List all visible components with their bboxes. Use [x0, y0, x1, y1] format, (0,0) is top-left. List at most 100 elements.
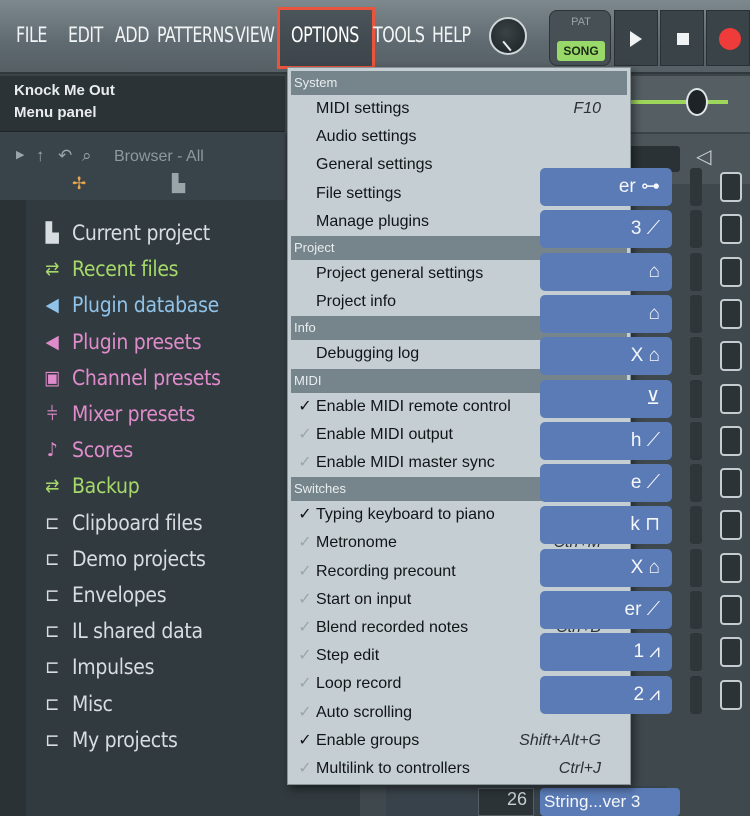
channel-button-strings[interactable]: String...ver 3 — [540, 788, 680, 816]
channel-mixer-track[interactable] — [690, 294, 702, 333]
check-icon: ✓ — [298, 397, 312, 415]
browser-item-impulses[interactable]: ⊏ Impulses — [40, 650, 154, 684]
file-icon[interactable]: ▙ — [172, 174, 185, 194]
channel-select-box[interactable] — [720, 214, 742, 245]
browser-item-channel-presets[interactable]: ▣ Channel presets — [40, 361, 221, 395]
channel-select-box[interactable] — [720, 341, 742, 372]
channel-button[interactable]: ⊻ — [540, 379, 672, 418]
menu-item-shortcut: F10 — [573, 100, 601, 117]
menu-options[interactable]: OPTIONS — [291, 23, 359, 47]
back-icon[interactable]: ↶ — [58, 146, 72, 166]
collapse-arrow-icon[interactable]: ▶ — [16, 148, 24, 161]
channel-mixer-track[interactable] — [690, 252, 702, 291]
browser-item-scores[interactable]: ♪ Scores — [40, 433, 134, 467]
waveform-icon[interactable]: ✢ — [72, 174, 86, 194]
play-button[interactable] — [614, 10, 658, 66]
menu-tools[interactable]: TOOLS — [373, 23, 425, 47]
channel-button[interactable]: X ⌂ — [540, 548, 672, 587]
channel-select-box[interactable] — [720, 172, 742, 202]
menu-edit[interactable]: EDIT — [68, 23, 103, 47]
channel-button[interactable]: er ⊶ — [540, 168, 672, 206]
speaker-icon[interactable]: ◁ — [696, 144, 711, 169]
menu-view[interactable]: VIEW — [235, 23, 275, 47]
browser-item-clipboard-files[interactable]: ⊏ Clipboard files — [40, 506, 203, 540]
channel-button[interactable]: k ⊓ — [540, 506, 672, 545]
channel-button[interactable]: e ⟋ — [540, 464, 672, 503]
browser-item-plugin-presets[interactable]: ◀ Plugin presets — [40, 325, 202, 359]
menu-add[interactable]: ADD — [115, 23, 149, 47]
master-volume-knob[interactable] — [489, 17, 527, 55]
browser-item-demo-projects[interactable]: ⊏ Demo projects — [40, 542, 206, 576]
browser-item-label: Recent files — [72, 257, 179, 282]
channel-mixer-track[interactable] — [690, 337, 702, 376]
browser-item-mixer-presets[interactable]: ⫩ Mixer presets — [40, 397, 196, 431]
master-slider-track[interactable] — [628, 100, 728, 104]
browser-item-my-projects[interactable]: ⊏ My projects — [40, 723, 178, 757]
folder-icon: ⊏ — [44, 511, 60, 534]
channel-select-box[interactable] — [720, 552, 742, 583]
menu-item-label: File settings — [316, 184, 402, 202]
menu-item-label: Blend recorded notes — [316, 619, 469, 636]
menu-patterns[interactable]: PATTERNS — [157, 23, 234, 47]
channel-select-box[interactable] — [720, 595, 742, 625]
unchecked-icon: ✓ — [298, 619, 312, 636]
menu-item-audio-settings[interactable]: Audio settings — [291, 123, 627, 151]
folder-icon: ⊏ — [44, 547, 60, 570]
browser-item-il-shared-data[interactable]: ⊏ IL shared data — [40, 614, 203, 648]
channel-mixer-track[interactable] — [690, 591, 702, 629]
channel-select-box[interactable] — [720, 679, 742, 710]
browser-header: ▶ ↑ ↶ ⌕ Browser - All ✢ ▙ — [0, 134, 285, 200]
browser-item-recent-files[interactable]: ⇄ Recent files — [40, 252, 179, 286]
browser-item-plugin-database[interactable]: ◀ Plugin database — [40, 288, 220, 322]
menu-item-midi-settings[interactable]: MIDI settings F10 — [291, 95, 627, 123]
master-slider-handle[interactable] — [686, 88, 708, 116]
channel-button[interactable]: 2 ⩘ — [540, 675, 672, 714]
channel-button[interactable]: er ⟋ — [540, 591, 672, 629]
search-icon[interactable]: ⌕ — [82, 146, 92, 166]
channel-button[interactable]: ⌂ — [540, 294, 672, 333]
menu-help[interactable]: HELP — [432, 23, 471, 47]
pat-song-toggle[interactable]: PAT SONG — [549, 10, 611, 66]
channel-button[interactable]: 3 ⟋ — [540, 210, 672, 249]
channel-number-field[interactable]: 26 — [478, 788, 534, 816]
menu-item-shortcut: Ctrl+J — [558, 760, 601, 777]
channel-mixer-track[interactable] — [690, 506, 702, 545]
channel-button[interactable]: h ⟋ — [540, 421, 672, 460]
menu-item-multilink-to-controllers[interactable]: ✓ Multilink to controllers Ctrl+J — [291, 755, 627, 783]
browser-item-current-project[interactable]: ▙ Current project — [40, 216, 211, 250]
channel-preset-icon: ▣ — [44, 366, 60, 389]
channel-select-box[interactable] — [720, 637, 742, 668]
channel-select-box[interactable] — [720, 383, 742, 414]
unchecked-icon: ✓ — [298, 562, 312, 580]
channel-mixer-track[interactable] — [690, 633, 702, 672]
channel-mixer-track[interactable] — [690, 675, 702, 714]
channel-select-box[interactable] — [720, 468, 742, 499]
browser-item-misc[interactable]: ⊏ Misc — [40, 687, 113, 721]
record-button[interactable] — [706, 10, 750, 66]
unchecked-icon: ✓ — [298, 760, 312, 777]
browser-title[interactable]: Browser - All — [114, 148, 204, 166]
browser-item-backup[interactable]: ⇄ Backup — [40, 469, 140, 503]
channel-button[interactable]: ⌂ — [540, 252, 672, 291]
browser-item-label: Current project — [72, 221, 210, 245]
channel-mixer-track[interactable] — [690, 548, 702, 587]
channel-mixer-track[interactable] — [690, 421, 702, 460]
channel-select-box[interactable] — [720, 425, 742, 456]
browser-item-envelopes[interactable]: ⊏ Envelopes — [40, 578, 167, 612]
channel-select-box[interactable] — [720, 256, 742, 287]
channel-mixer-track[interactable] — [690, 379, 702, 418]
channel-button[interactable]: X ⌂ — [540, 337, 672, 376]
menu-item-enable-groups[interactable]: ✓ Enable groups Shift+Alt+G — [291, 727, 627, 755]
channel-mixer-track[interactable] — [690, 168, 702, 206]
check-icon: ✓ — [298, 506, 312, 524]
channel-mixer-track[interactable] — [690, 210, 702, 249]
channel-select-box[interactable] — [720, 510, 742, 541]
menu-file[interactable]: FILE — [16, 23, 47, 47]
stop-button[interactable] — [660, 10, 704, 66]
channel-button[interactable]: 1 ⩘ — [540, 633, 672, 672]
menu-item-label: Enable MIDI remote control — [316, 397, 511, 415]
channel-mixer-track[interactable] — [690, 464, 702, 503]
channel-select-box[interactable] — [720, 298, 742, 329]
song-label[interactable]: SONG — [557, 41, 605, 61]
up-arrow-icon[interactable]: ↑ — [36, 146, 45, 166]
